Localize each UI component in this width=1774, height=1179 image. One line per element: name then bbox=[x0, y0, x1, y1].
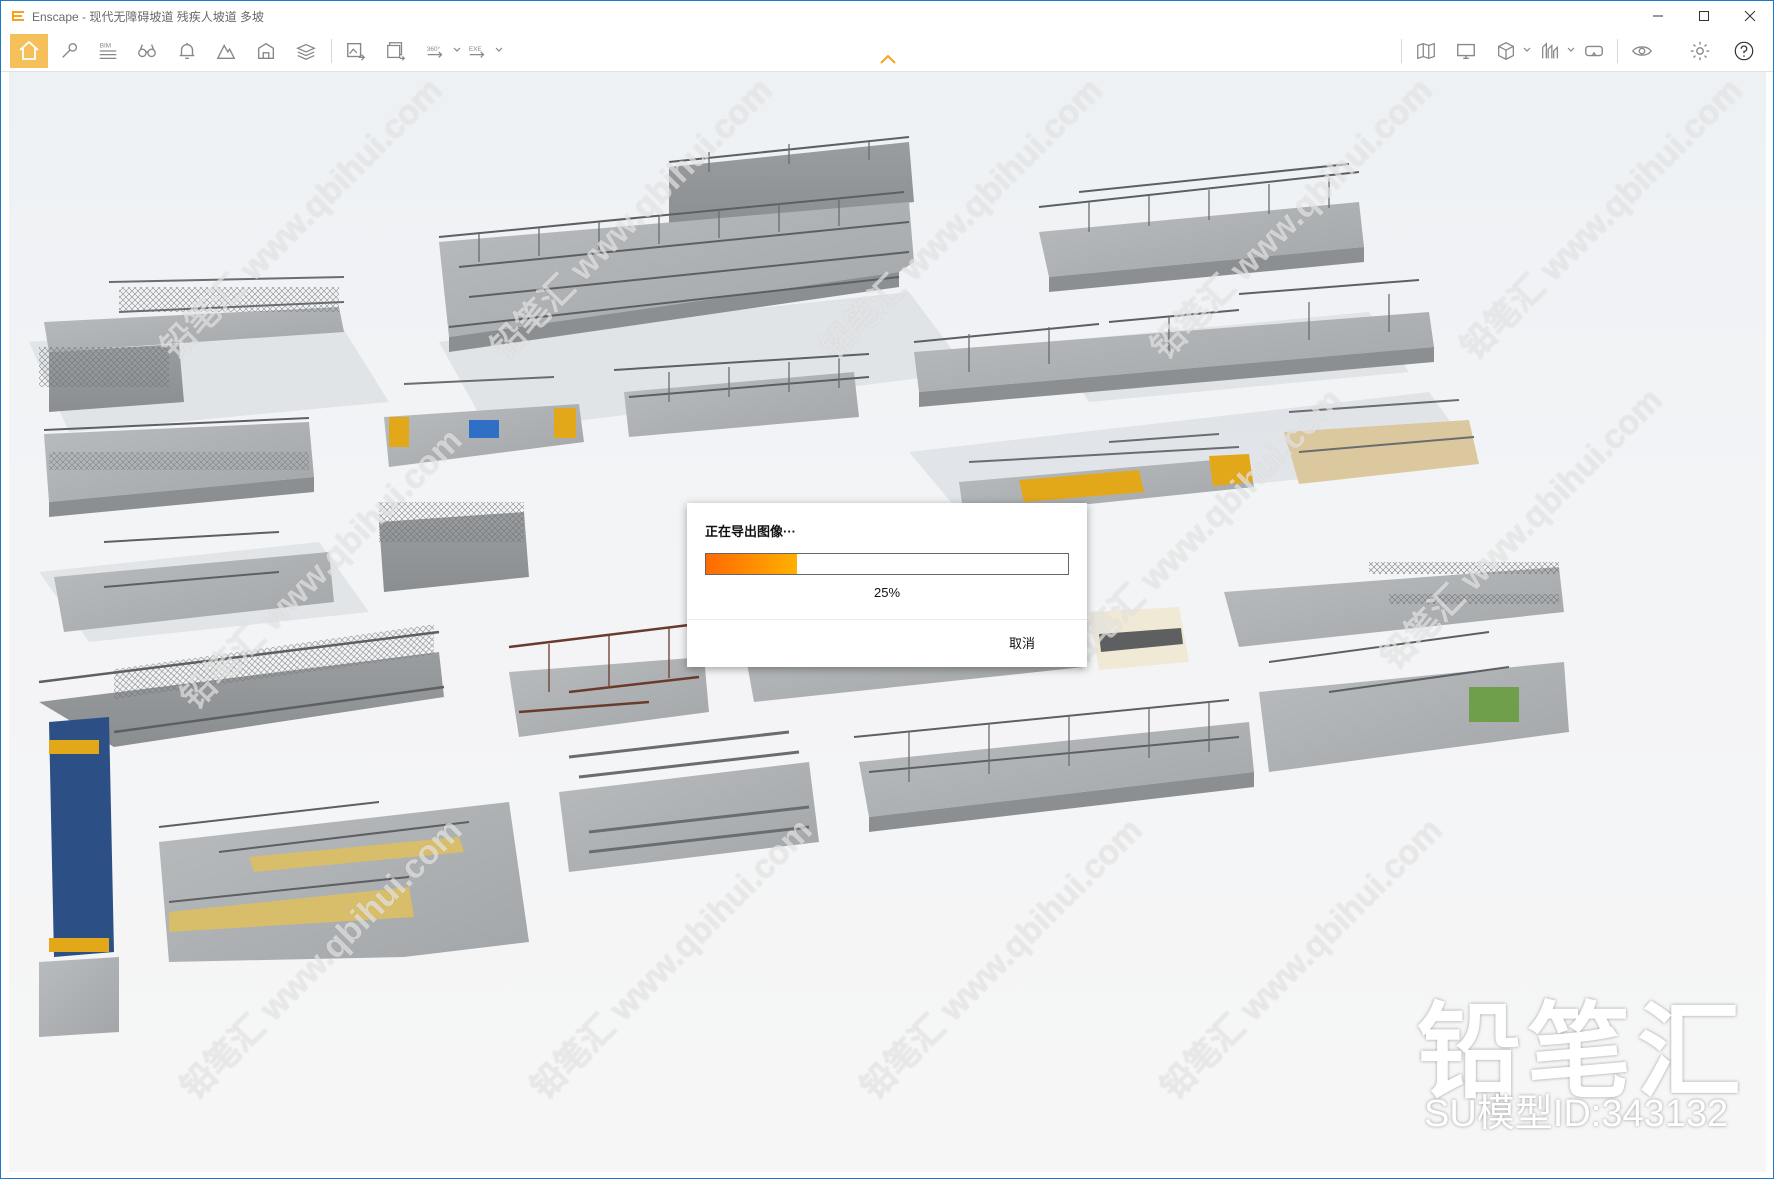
mountain-icon bbox=[216, 44, 236, 60]
cancel-button[interactable]: 取消 bbox=[1009, 633, 1035, 652]
close-button[interactable] bbox=[1727, 1, 1773, 31]
exe-dropdown-button[interactable] bbox=[495, 45, 503, 55]
ramp-model-planter bbox=[1259, 631, 1569, 772]
toolbar: BIM 360° EXE bbox=[1, 31, 1773, 72]
panorama-360-label: 360° bbox=[427, 45, 441, 53]
bim-label: BIM bbox=[100, 42, 111, 49]
building-icon bbox=[257, 42, 275, 60]
assets-dropdown-button[interactable] bbox=[1567, 45, 1575, 55]
binoculars-button[interactable] bbox=[132, 36, 162, 66]
ramp-model-dense-rail bbox=[1224, 562, 1564, 647]
export-progress-dialog: 正在导出图像··· 25% 取消 bbox=[687, 503, 1087, 667]
ramp-model-brown-rail bbox=[508, 623, 709, 737]
window-title: Enscape - 现代无障碍坡道 残疾人坡道 多坡 bbox=[32, 9, 265, 24]
enscape-logo-icon bbox=[12, 11, 24, 21]
maximize-button[interactable] bbox=[1681, 1, 1727, 31]
dialog-divider bbox=[687, 619, 1087, 620]
export-exe-button[interactable]: EXE bbox=[463, 36, 493, 66]
layers-icon bbox=[296, 43, 316, 60]
ramp-model-bottom-yellow bbox=[158, 801, 529, 962]
cube-dropdown-button[interactable] bbox=[1523, 45, 1531, 55]
assets-icon bbox=[1542, 42, 1558, 59]
ramp-model-walled bbox=[1089, 607, 1189, 670]
settings-icon bbox=[1690, 41, 1710, 61]
batch-export-button[interactable] bbox=[381, 36, 411, 66]
pin-icon bbox=[62, 42, 78, 58]
dialog-title: 正在导出图像··· bbox=[705, 524, 796, 539]
export-exe-label: EXE bbox=[469, 46, 482, 53]
map-icon bbox=[1417, 42, 1435, 60]
minimize-icon bbox=[1653, 15, 1663, 17]
ramp-model-flat-long bbox=[43, 417, 314, 517]
help-icon bbox=[1734, 41, 1754, 61]
building-button[interactable] bbox=[251, 36, 281, 66]
ramp-model-cage bbox=[379, 502, 529, 592]
progress-bar-fill bbox=[706, 554, 797, 574]
progress-percent: 25% bbox=[873, 585, 901, 600]
monitor-button[interactable] bbox=[1451, 36, 1481, 66]
minimize-button[interactable] bbox=[1635, 1, 1681, 31]
monitor-icon bbox=[1457, 43, 1475, 60]
bell-button[interactable] bbox=[172, 36, 202, 66]
vr-headset-button[interactable] bbox=[1579, 36, 1609, 66]
chevron-down-icon bbox=[1567, 47, 1575, 52]
chevron-down-icon bbox=[453, 47, 461, 52]
toolbar-separator bbox=[1401, 39, 1402, 63]
close-icon bbox=[1744, 10, 1756, 22]
help-button[interactable] bbox=[1729, 36, 1759, 66]
toolbar-separator bbox=[1617, 39, 1618, 63]
chevron-down-icon bbox=[1523, 47, 1531, 52]
home-button[interactable] bbox=[10, 34, 48, 68]
chevron-down-icon bbox=[495, 47, 503, 52]
bim-button[interactable]: BIM bbox=[93, 36, 123, 66]
ramp-model-wide bbox=[853, 699, 1254, 832]
bim-icon: BIM bbox=[99, 42, 117, 59]
export-image-icon bbox=[347, 42, 366, 61]
app-window: Enscape - 现代无障碍坡道 残疾人坡道 多坡 BIM 360° EXE … bbox=[0, 0, 1774, 1179]
bell-icon bbox=[179, 42, 195, 60]
home-icon bbox=[19, 40, 39, 60]
visual-settings-button[interactable] bbox=[1627, 36, 1657, 66]
progress-bar bbox=[705, 553, 1069, 575]
watermark-model-id: SU模型ID:343132 bbox=[1424, 1093, 1729, 1135]
settings-button[interactable] bbox=[1685, 36, 1715, 66]
toolbar-separator bbox=[331, 39, 332, 63]
maximize-icon bbox=[1699, 11, 1709, 21]
ramp-model-pipes bbox=[559, 730, 819, 872]
map-button[interactable] bbox=[1411, 36, 1441, 66]
mountain-button[interactable] bbox=[211, 36, 241, 66]
assets-button[interactable] bbox=[1535, 36, 1565, 66]
vr-headset-icon bbox=[1585, 45, 1603, 57]
pin-button[interactable] bbox=[55, 36, 85, 66]
export-image-button[interactable] bbox=[341, 36, 371, 66]
cube-button[interactable] bbox=[1491, 36, 1521, 66]
collapse-toolbar-icon[interactable] bbox=[879, 53, 897, 65]
cube-icon bbox=[1498, 42, 1514, 60]
layers-button[interactable] bbox=[291, 36, 321, 66]
visual-settings-icon bbox=[1632, 46, 1652, 56]
binoculars-icon bbox=[138, 44, 156, 58]
ramp-model-straight bbox=[1038, 163, 1364, 292]
panorama-dropdown-button[interactable] bbox=[453, 45, 461, 55]
batch-export-icon bbox=[387, 42, 406, 61]
panorama-360-button[interactable]: 360° bbox=[421, 36, 451, 66]
export-exe-icon: EXE bbox=[469, 46, 485, 58]
title-bar: Enscape - 现代无障碍坡道 残疾人坡道 多坡 bbox=[1, 1, 1773, 31]
panorama-360-icon: 360° bbox=[427, 45, 443, 58]
